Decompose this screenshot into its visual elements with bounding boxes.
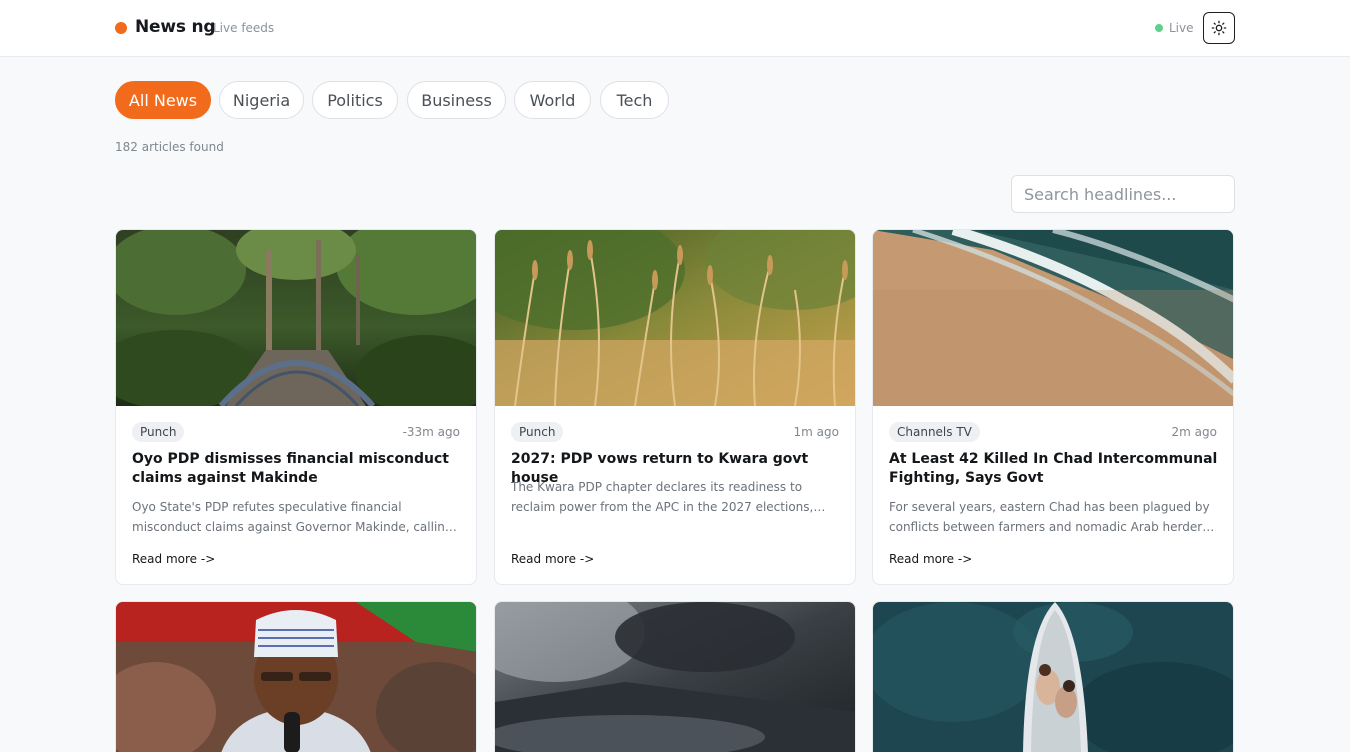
article-time: 1m ago xyxy=(793,425,839,439)
live-status-label: Live xyxy=(1169,21,1194,35)
article-card[interactable] xyxy=(115,601,477,752)
article-summary: For several years, eastern Chad has been… xyxy=(889,500,1213,534)
brand-subtitle: Live feeds xyxy=(213,21,275,35)
read-more-link[interactable]: Read more -> xyxy=(889,552,972,566)
article-card[interactable] xyxy=(494,601,856,752)
tab-all-news[interactable]: All News xyxy=(115,81,211,119)
article-card[interactable] xyxy=(872,601,1234,752)
source-badge: Punch xyxy=(511,422,564,442)
article-image[interactable] xyxy=(873,602,1233,752)
brand-dot-icon xyxy=(115,22,127,34)
article-image[interactable] xyxy=(495,602,855,752)
tab-tech[interactable]: Tech xyxy=(600,81,669,119)
results-count: 182 articles found xyxy=(115,140,224,154)
tab-politics[interactable]: Politics xyxy=(312,81,398,119)
read-more-link[interactable]: Read more -> xyxy=(511,552,594,566)
read-more-link[interactable]: Read more -> xyxy=(132,552,215,566)
article-image[interactable] xyxy=(116,230,476,406)
article-card[interactable]: Punch 1m ago 2027: PDP vows return to Kw… xyxy=(494,229,856,585)
source-badge: Punch xyxy=(132,422,185,442)
tab-business[interactable]: Business xyxy=(407,81,506,119)
article-image[interactable] xyxy=(873,230,1233,406)
article-image[interactable] xyxy=(116,602,476,752)
article-headline[interactable]: Oyo PDP dismisses financial misconduct c… xyxy=(132,450,462,488)
article-time: 2m ago xyxy=(1171,425,1217,439)
article-time: -33m ago xyxy=(402,425,460,439)
source-badge: Channels TV xyxy=(889,422,980,442)
article-summary: The Kwara PDP chapter declares its readi… xyxy=(511,480,814,514)
theme-toggle-button[interactable] xyxy=(1203,12,1235,44)
search-input[interactable] xyxy=(1011,175,1235,213)
live-status-dot-icon xyxy=(1155,24,1163,32)
article-card[interactable]: Punch -33m ago Oyo PDP dismisses financi… xyxy=(115,229,477,585)
article-card[interactable]: Channels TV 2m ago At Least 42 Killed In… xyxy=(872,229,1234,585)
top-bar: News ng Live feeds Live xyxy=(0,0,1350,57)
article-image[interactable] xyxy=(495,230,855,406)
sun-icon xyxy=(1211,20,1227,36)
article-summary: Oyo State's PDP refutes speculative fina… xyxy=(132,500,453,534)
article-headline[interactable]: At Least 42 Killed In Chad Intercommunal… xyxy=(889,450,1219,488)
tab-nigeria[interactable]: Nigeria xyxy=(219,81,304,119)
tab-world[interactable]: World xyxy=(514,81,591,119)
brand-title[interactable]: News ng xyxy=(135,17,216,37)
